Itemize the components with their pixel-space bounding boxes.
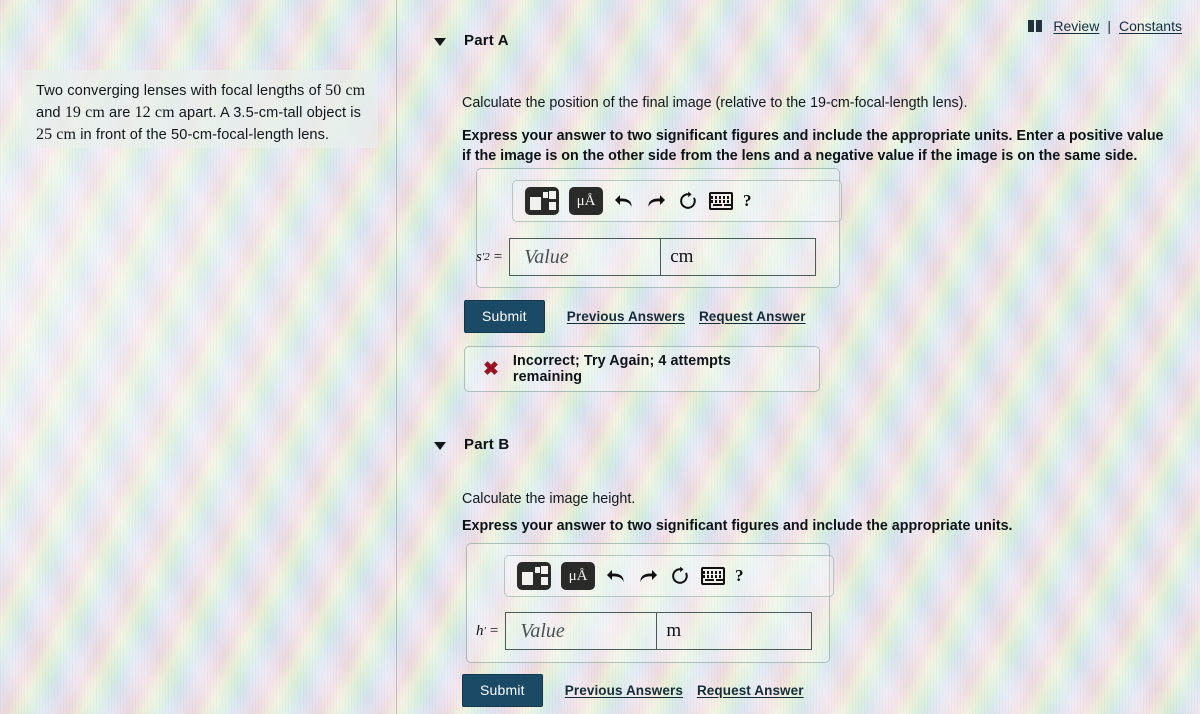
undo-icon[interactable] bbox=[605, 564, 627, 588]
part-b-value-input[interactable]: Value bbox=[505, 612, 658, 650]
problem-text-a: Two converging lenses with focal lengths… bbox=[36, 83, 326, 99]
part-b-symbol: h bbox=[476, 622, 484, 639]
review-link[interactable]: Review bbox=[1053, 18, 1099, 34]
template-matrix-icon[interactable] bbox=[525, 187, 559, 215]
unit-mu-angstrom-icon[interactable]: μÅ bbox=[561, 562, 595, 590]
problem-focal-2: 19 cm bbox=[64, 104, 105, 121]
part-b-instruction: Express your answer to two significant f… bbox=[462, 516, 1174, 536]
problem-focal-1: 50 cm bbox=[325, 82, 366, 99]
part-a-feedback-text: Incorrect; Try Again; 4 attempts remaini… bbox=[512, 353, 731, 385]
part-b-title: Part B bbox=[464, 436, 510, 453]
help-icon[interactable]: ? bbox=[743, 191, 752, 211]
problem-text-front: in front of the 50-cm-focal-length lens. bbox=[76, 127, 330, 143]
part-b-submit-row: Submit Previous Answers Request Answer bbox=[462, 674, 804, 707]
part-a-question: Calculate the position of the final imag… bbox=[462, 93, 967, 113]
reset-icon[interactable] bbox=[669, 564, 691, 588]
book-icon bbox=[1028, 20, 1044, 32]
screen-photo: Two converging lenses with focal lengths… bbox=[0, 0, 1200, 714]
part-a-question-text: Calculate the position of the final imag… bbox=[462, 95, 968, 111]
problem-separation: 12 cm bbox=[134, 104, 175, 121]
constants-link[interactable]: Constants bbox=[1119, 18, 1182, 34]
column-divider bbox=[396, 0, 397, 714]
chevron-down-icon[interactable] bbox=[434, 37, 446, 46]
part-a-header[interactable]: Part A bbox=[434, 32, 509, 49]
problem-object-distance: 25 cm bbox=[36, 126, 77, 143]
problem-text-line-1: Two converging lenses with focal lengths… bbox=[36, 80, 366, 102]
part-b-submit-button[interactable]: Submit bbox=[462, 674, 543, 707]
redo-icon[interactable] bbox=[637, 564, 659, 588]
template-matrix-icon[interactable] bbox=[517, 562, 551, 590]
problem-text-are: are bbox=[104, 105, 135, 121]
part-a-field-row: s ′ 2 = Value cm bbox=[476, 238, 817, 276]
part-b-question-text: Calculate the image height. bbox=[462, 491, 636, 507]
part-b-question: Calculate the image height. bbox=[462, 489, 635, 509]
problem-statement: Two converging lenses with focal lengths… bbox=[22, 70, 378, 148]
part-b-equals: = bbox=[489, 622, 499, 639]
part-a-field-label: s ′ 2 = bbox=[476, 238, 509, 276]
problem-text-line-3: 25 cm in front of the 50-cm-focal-length… bbox=[36, 124, 366, 146]
part-a-submit-button[interactable]: Submit bbox=[464, 300, 545, 333]
part-a-title: Part A bbox=[464, 32, 509, 49]
error-x-icon: ✖ bbox=[483, 358, 499, 380]
part-a-value-input[interactable]: Value bbox=[509, 238, 662, 276]
part-a-submit-row: Submit Previous Answers Request Answer bbox=[464, 300, 806, 333]
part-b-unit-input[interactable]: m bbox=[657, 612, 813, 650]
reset-icon[interactable] bbox=[677, 189, 699, 213]
keyboard-icon[interactable] bbox=[709, 192, 733, 210]
review-constants-bar: Review | Constants bbox=[1028, 18, 1182, 34]
part-b-instruction-text: Express your answer to two significant f… bbox=[462, 518, 1013, 534]
part-a-feedback: ✖ Incorrect; Try Again; 4 attempts remai… bbox=[464, 346, 820, 392]
part-b-header[interactable]: Part B bbox=[434, 436, 509, 453]
part-a-previous-answers-link[interactable]: Previous Answers bbox=[567, 309, 685, 324]
problem-text-and: and bbox=[36, 105, 65, 121]
redo-icon[interactable] bbox=[645, 189, 667, 213]
help-icon[interactable]: ? bbox=[735, 566, 744, 586]
part-a-toolbar[interactable]: μÅ ? bbox=[512, 180, 842, 222]
part-a-equals: = bbox=[493, 248, 503, 265]
part-b-previous-answers-link[interactable]: Previous Answers bbox=[565, 683, 683, 698]
part-b-toolbar[interactable]: μÅ ? bbox=[504, 555, 834, 597]
problem-text-apart: apart. A 3.5-cm-tall object is bbox=[174, 105, 362, 121]
link-separator: | bbox=[1107, 18, 1111, 34]
part-a-instruction-text: Express your answer to two significant f… bbox=[462, 128, 1164, 164]
chevron-down-icon[interactable] bbox=[434, 441, 446, 450]
undo-icon[interactable] bbox=[613, 189, 635, 213]
part-b-request-answer-link[interactable]: Request Answer bbox=[697, 683, 804, 698]
part-a-instruction: Express your answer to two significant f… bbox=[462, 126, 1174, 166]
problem-text-line-2: and 19 cm are 12 cm apart. A 3.5-cm-tall… bbox=[36, 102, 366, 124]
part-a-unit-input[interactable]: cm bbox=[661, 238, 817, 276]
part-b-field-row: h ′ = Value m bbox=[476, 612, 813, 650]
unit-mu-angstrom-icon[interactable]: μÅ bbox=[569, 187, 603, 215]
keyboard-icon[interactable] bbox=[701, 567, 725, 585]
part-b-field-label: h ′ = bbox=[476, 612, 505, 650]
part-a-request-answer-link[interactable]: Request Answer bbox=[699, 309, 806, 324]
